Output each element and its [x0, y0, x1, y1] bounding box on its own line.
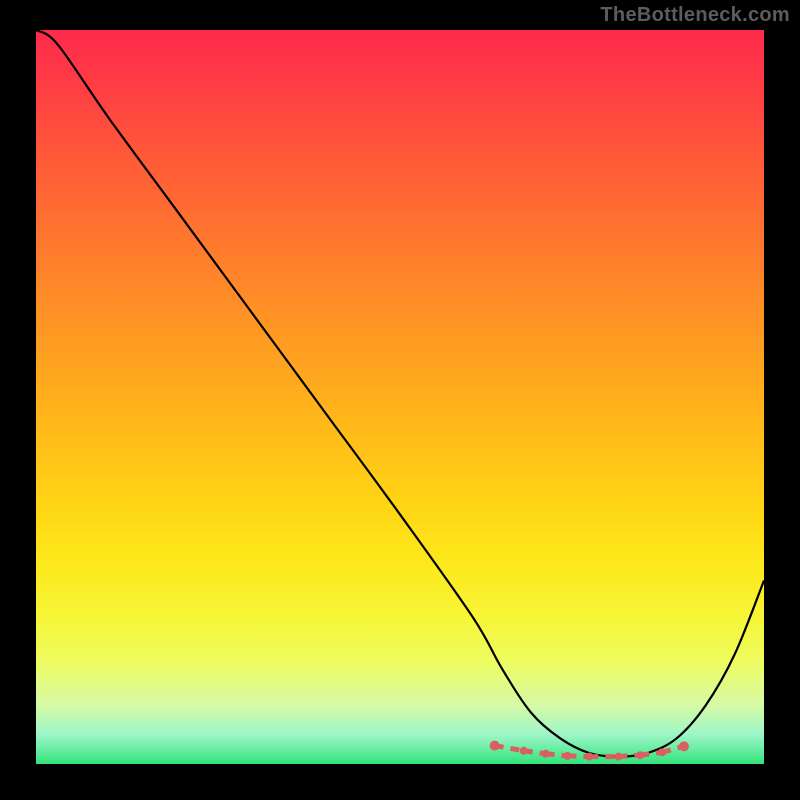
marker-dot	[542, 750, 550, 758]
marker-dot	[679, 741, 689, 751]
marker-dot	[658, 748, 666, 756]
plot-area	[36, 30, 764, 764]
marker-dot	[563, 752, 571, 760]
marker-dot	[490, 741, 500, 751]
attribution-label: TheBottleneck.com	[600, 4, 790, 27]
marker-dot	[520, 747, 528, 755]
marker-dot	[614, 753, 622, 761]
chart-frame: TheBottleneck.com	[0, 0, 800, 800]
chart-svg	[36, 30, 764, 764]
bottleneck-curve	[36, 30, 764, 757]
marker-dot	[636, 751, 644, 759]
marker-dot	[585, 753, 593, 761]
marker-group	[490, 741, 689, 761]
